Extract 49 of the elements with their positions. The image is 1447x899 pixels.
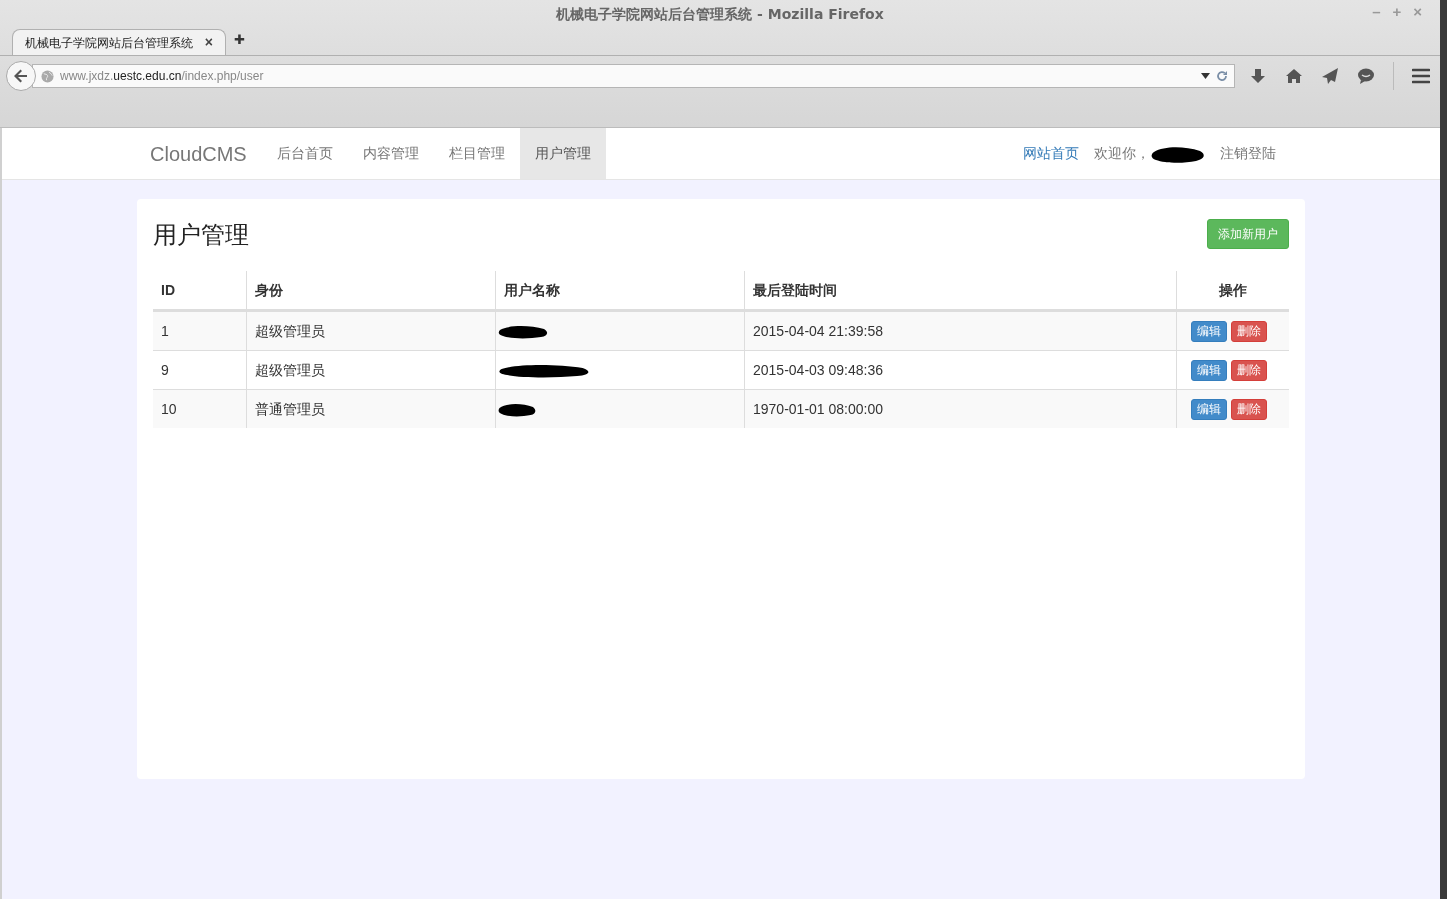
welcome-text: 欢迎你，: [1094, 144, 1150, 163]
delete-button[interactable]: 删除: [1231, 359, 1267, 381]
redaction-mark: [498, 323, 548, 339]
table-cell-text: 超级管理员: [255, 321, 325, 341]
chat-bubble-icon[interactable]: [1357, 67, 1375, 85]
redaction-mark: [498, 401, 536, 417]
column-header: 最后登陆时间: [753, 280, 837, 300]
window-title: 机械电子学院网站后台管理系统 - Mozilla Firefox: [556, 4, 884, 24]
nav-link[interactable]: 栏目管理: [433, 128, 520, 179]
back-arrow-icon: [13, 68, 29, 84]
edit-button[interactable]: 编辑: [1191, 398, 1227, 420]
column-header: 身份: [255, 280, 283, 300]
tab-title: 机械电子学院网站后台管理系统: [25, 34, 193, 52]
add-user-button[interactable]: 添加新用户: [1207, 219, 1289, 249]
table-cell-text: 2015-04-04 21:39:58: [753, 321, 883, 341]
table-cell-text: 9: [161, 360, 169, 380]
table-cell-text: 1970-01-01 08:00:00: [753, 399, 883, 419]
edit-button[interactable]: 编辑: [1191, 359, 1227, 381]
delete-button[interactable]: 删除: [1231, 398, 1267, 420]
nav-link[interactable]: 用户管理: [519, 128, 606, 179]
table-cell-text: 2015-04-03 09:48:36: [753, 360, 883, 380]
download-icon[interactable]: [1249, 67, 1267, 85]
reload-icon[interactable]: [1216, 70, 1228, 82]
home-icon[interactable]: [1285, 67, 1303, 85]
site-home-link[interactable]: 网站首页: [1023, 143, 1079, 164]
browser-tab[interactable]: 机械电子学院网站后台管理系统 ×: [12, 29, 226, 55]
url-text: www.jxdz.uestc.edu.cn/index.php/user: [60, 68, 264, 85]
panel-title: 用户管理: [153, 221, 249, 249]
delete-button[interactable]: 删除: [1231, 320, 1267, 342]
dropdown-caret-icon[interactable]: [1201, 73, 1210, 79]
column-header: ID: [161, 280, 175, 300]
back-button[interactable]: [6, 61, 36, 91]
paper-plane-icon[interactable]: [1321, 67, 1339, 85]
logout-link[interactable]: 注销登陆: [1220, 143, 1276, 164]
table-cell-text: 1: [161, 321, 169, 341]
nav-link[interactable]: 内容管理: [347, 128, 434, 179]
address-bar[interactable]: www.jxdz.uestc.edu.cn/index.php/user: [32, 64, 1235, 88]
table-cell-text: 超级管理员: [255, 360, 325, 380]
brand-name[interactable]: CloudCMS: [150, 138, 247, 169]
column-header: 用户名称: [504, 280, 560, 300]
window-control-button[interactable]: ×: [1413, 4, 1422, 19]
table-cell-text: 普通管理员: [255, 399, 325, 419]
close-tab-button[interactable]: ×: [204, 32, 213, 53]
column-header: 操作: [1219, 280, 1247, 300]
menu-icon[interactable]: [1412, 68, 1430, 84]
edit-button[interactable]: 编辑: [1191, 320, 1227, 342]
nav-link[interactable]: 后台首页: [261, 128, 348, 179]
table-cell-text: 10: [161, 399, 177, 419]
new-tab-button[interactable]: ✚: [234, 29, 245, 49]
